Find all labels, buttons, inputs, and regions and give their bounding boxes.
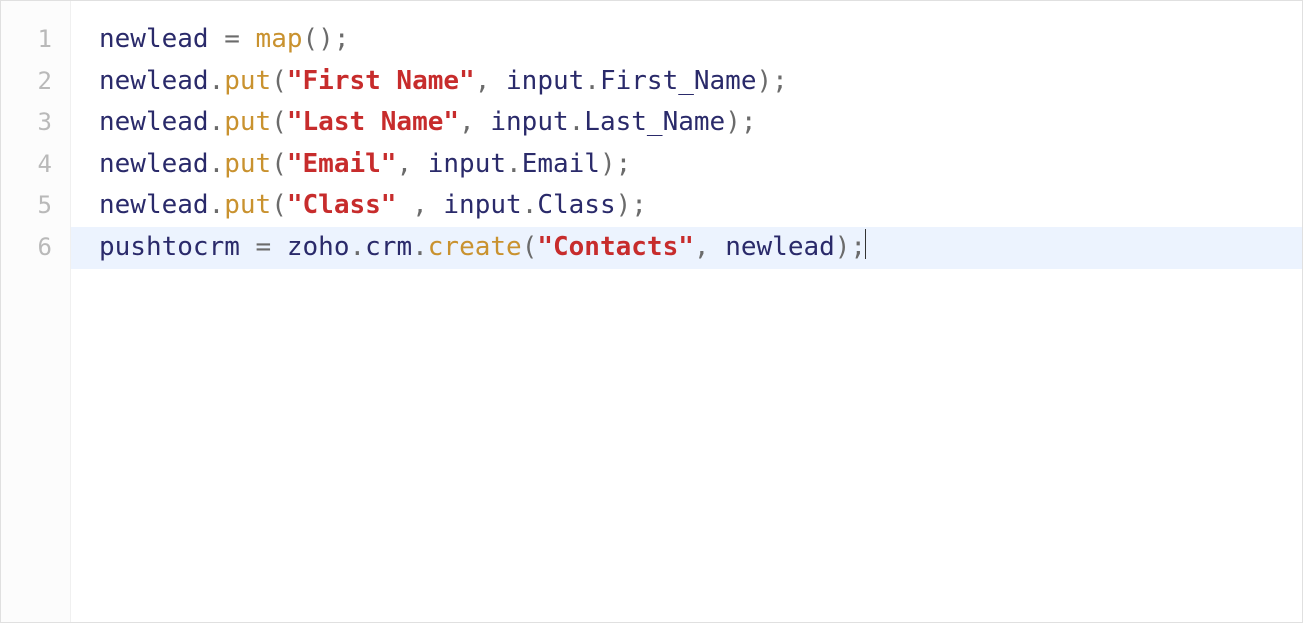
code-token: );	[725, 107, 756, 137]
code-line[interactable]: newlead.put("Class" , input.Class);	[99, 185, 1302, 227]
code-token: newlead	[99, 107, 209, 137]
code-token: input	[506, 66, 584, 96]
line-number: 5	[1, 185, 70, 227]
code-token: .	[209, 66, 225, 96]
code-token: put	[224, 190, 271, 220]
code-line[interactable]: pushtocrm = zoho.crm.create("Contacts", …	[71, 227, 1302, 269]
code-token: ();	[303, 24, 350, 54]
code-token: .	[522, 190, 538, 220]
code-token: (	[271, 66, 287, 96]
code-token: (	[271, 149, 287, 179]
code-token: input	[428, 149, 506, 179]
code-token: );	[616, 190, 647, 220]
code-token: newlead	[99, 24, 209, 54]
code-token: "First Name"	[287, 66, 475, 96]
code-line[interactable]: newlead = map();	[99, 19, 1302, 61]
code-token: .	[209, 149, 225, 179]
code-token: Email	[522, 149, 600, 179]
line-gutter: 123456	[1, 1, 71, 622]
code-token: );	[835, 232, 866, 262]
code-token: "Last Name"	[287, 107, 459, 137]
code-token: put	[224, 66, 271, 96]
code-token: newlead	[725, 232, 835, 262]
code-token: .	[569, 107, 585, 137]
code-token: ,	[475, 66, 506, 96]
code-token: ,	[459, 107, 490, 137]
code-token: (	[271, 190, 287, 220]
code-token: "Email"	[287, 149, 397, 179]
code-token: ,	[396, 149, 427, 179]
code-token: pushtocrm	[99, 232, 240, 262]
code-token: .	[584, 66, 600, 96]
code-token: map	[256, 24, 303, 54]
code-token: .	[412, 232, 428, 262]
code-token: Class	[537, 190, 615, 220]
code-token: input	[443, 190, 521, 220]
line-number: 4	[1, 144, 70, 186]
code-token: =	[240, 232, 287, 262]
code-token: Last_Name	[584, 107, 725, 137]
code-token: crm	[365, 232, 412, 262]
line-number: 2	[1, 61, 70, 103]
code-token: put	[224, 107, 271, 137]
line-number: 1	[1, 19, 70, 61]
code-token: newlead	[99, 66, 209, 96]
code-token: .	[349, 232, 365, 262]
code-token: );	[600, 149, 631, 179]
code-line[interactable]: newlead.put("First Name", input.First_Na…	[99, 61, 1302, 103]
code-area[interactable]: newlead = map();newlead.put("First Name"…	[71, 1, 1302, 269]
code-token: ,	[694, 232, 725, 262]
code-token: newlead	[99, 149, 209, 179]
code-token: ,	[396, 190, 443, 220]
code-token: (	[271, 107, 287, 137]
code-line[interactable]: newlead.put("Last Name", input.Last_Name…	[99, 102, 1302, 144]
code-token: );	[757, 66, 788, 96]
text-cursor	[865, 229, 866, 259]
code-token: create	[428, 232, 522, 262]
line-number: 3	[1, 102, 70, 144]
code-token: .	[209, 190, 225, 220]
code-token: "Contacts"	[537, 232, 694, 262]
code-token: put	[224, 149, 271, 179]
code-token: (	[522, 232, 538, 262]
code-token: .	[209, 107, 225, 137]
line-number: 6	[1, 227, 70, 269]
code-token: .	[506, 149, 522, 179]
code-token: zoho	[287, 232, 350, 262]
code-token: "Class"	[287, 190, 397, 220]
code-token: =	[209, 24, 256, 54]
code-token: newlead	[99, 190, 209, 220]
code-token: input	[490, 107, 568, 137]
code-line[interactable]: newlead.put("Email", input.Email);	[99, 144, 1302, 186]
code-editor[interactable]: 123456 newlead = map();newlead.put("Firs…	[0, 0, 1303, 623]
code-token: First_Name	[600, 66, 757, 96]
